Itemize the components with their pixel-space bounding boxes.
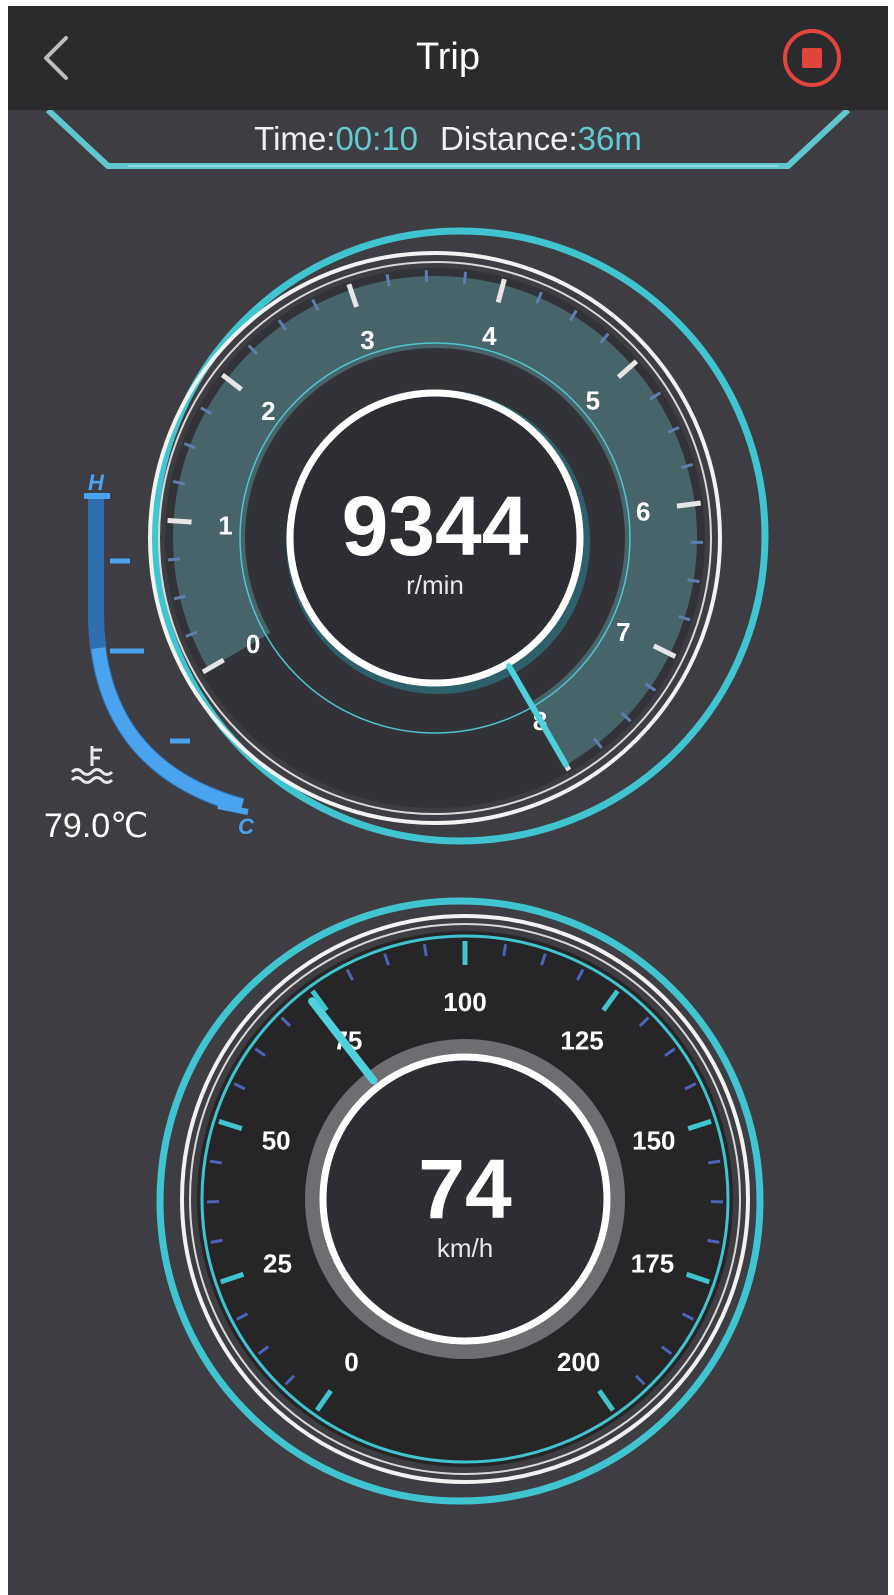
rpm-unit: r/min (406, 570, 464, 600)
rpm-gauge: 012345678 9344 r/min (140, 216, 780, 856)
scale-label: 125 (560, 1025, 603, 1055)
scale-label: 2 (261, 396, 275, 426)
scale-label: 5 (586, 386, 600, 416)
scale-label: 4 (482, 321, 497, 351)
scale-label: 0 (246, 629, 260, 659)
speed-gauge: 0 25 50 75 100 125 150 175 200 74 km/h (150, 891, 770, 1511)
page-title: Trip (415, 36, 481, 78)
scale-label: 7 (616, 617, 630, 647)
minor-tick (422, 943, 428, 957)
stop-button[interactable] (782, 28, 842, 88)
distance-label: Distance: (440, 120, 578, 157)
scale-label: 200 (557, 1347, 600, 1377)
speed-unit: km/h (436, 1233, 494, 1263)
scale-label: 100 (443, 987, 486, 1017)
scale-label: 0 (344, 1347, 358, 1377)
rpm-value: 9344 (341, 479, 529, 573)
minor-tick (502, 943, 508, 957)
minor-tick (385, 274, 391, 287)
scale-label: 3 (360, 325, 374, 355)
top-bar: Trip (8, 6, 888, 110)
time-value: 00:10 (335, 120, 419, 157)
temperature-value: 79.0℃ (44, 807, 149, 845)
minor-tick (462, 271, 468, 284)
stop-icon (783, 29, 841, 87)
time-label: Time: (254, 120, 336, 157)
speed-value: 74 (418, 1142, 512, 1236)
distance-value: 36m (577, 120, 642, 157)
app-screen: Trip Time:00:10 Distance:36m H C 79.0℃ 0… (8, 6, 888, 1595)
trip-info: Time:00:10 Distance:36m (8, 120, 888, 158)
coolant-temperature-icon (70, 746, 114, 784)
temperature-hot-label: H (88, 470, 105, 495)
